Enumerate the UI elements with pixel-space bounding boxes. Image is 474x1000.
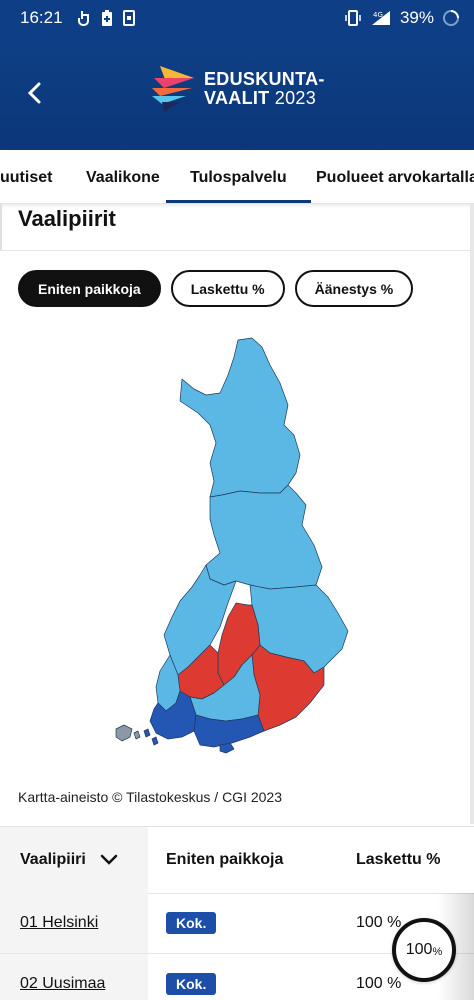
card-edge-right [470,204,474,824]
loading-spinner-icon [443,10,459,26]
header-counted: Laskettu % [356,851,441,868]
district-lappi[interactable] [179,337,301,498]
status-bar: 16:21 4G 39% [0,0,474,36]
status-time: 16:21 [20,8,63,27]
map-credit: Kartta-aineisto © Tilastokeskus / CGI 20… [18,789,282,805]
tab-puolueet-arvokartalla[interactable]: Puolueet arvokartalla [316,150,474,203]
district-ahvenanmaa[interactable] [115,724,141,742]
district-oulu[interactable] [205,484,323,590]
table-header-row: Vaalipiiri Eniten paikkoja Laskettu % [0,827,474,893]
progress-unit: % [432,945,443,958]
chevron-left-icon [27,82,41,104]
logo-year: 2023 [274,88,317,108]
vibrate-icon [345,10,361,26]
logo-line-1: EDUSKUNTA- [204,69,325,90]
election-logo[interactable]: EDUSKUNTA- VAALIT 2023 [150,64,325,114]
hand-gesture-icon [77,11,89,26]
party-badge: Kok. [166,912,217,934]
counting-progress-widget[interactable]: 100% [392,918,456,982]
section-title: Vaalipiirit [18,206,116,231]
logo-flag-icon [152,66,194,112]
district-link[interactable]: 02 Uusimaa [0,954,148,1000]
tab-vaalikone[interactable]: Vaalikone [86,150,160,203]
app-header: EDUSKUNTA- VAALIT 2023 [0,36,474,150]
filter-eniten-paikkoja[interactable]: Eniten paikkoja [18,270,161,307]
card-edge [0,204,2,250]
storage-icon [122,10,135,26]
sort-district-header[interactable]: Vaalipiiri [0,827,148,893]
filter-aanestys[interactable]: Äänestys % [294,270,414,307]
district-link[interactable]: 01 Helsinki [0,893,148,953]
progress-value: 100 [405,941,433,958]
battery-saver-icon [101,10,112,26]
status-notification-icons [77,9,135,27]
back-button[interactable] [22,76,48,110]
battery-percentage: 39% [399,8,434,27]
logo-line-2: VAALIT [204,88,270,108]
electoral-district-map[interactable] [110,335,370,760]
district-helsinki[interactable] [219,742,235,754]
chevron-down-icon [100,854,118,865]
section-tabs: uutiset Vaalikone Tulospalvelu Puolueet … [0,150,474,204]
signal-icon: 4G [371,11,390,25]
network-type-label: 4G [373,11,383,19]
header-district: Vaalipiiri [20,851,86,868]
map-filter-chips: Eniten paikkoja Laskettu % Äänestys % [18,270,414,307]
tab-uutiset[interactable]: uutiset [0,150,52,203]
party-badge: Kok. [166,973,217,995]
filter-laskettu[interactable]: Laskettu % [170,270,285,307]
tab-tulospalvelu[interactable]: Tulospalvelu [166,150,311,203]
header-top-party: Eniten paikkoja [166,851,284,868]
divider [0,250,474,251]
